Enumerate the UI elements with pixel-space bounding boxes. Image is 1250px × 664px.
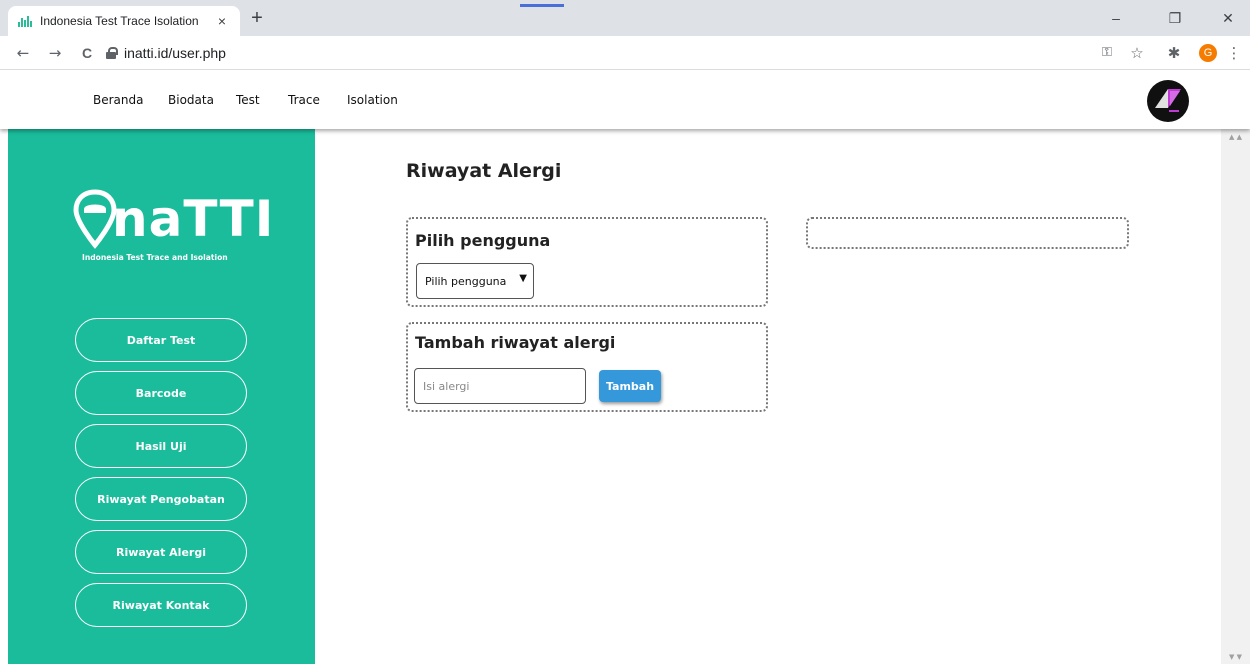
sidebar: naTTI Indonesia Test Trace and Isolation…: [8, 129, 315, 664]
sidebar-item-daftar-test[interactable]: Daftar Test: [75, 318, 247, 362]
nav-link-test[interactable]: Test: [236, 93, 260, 107]
scrollbar[interactable]: ▲ ▲ ▼ ▼: [1221, 129, 1250, 664]
reload-icon[interactable]: C: [76, 42, 98, 64]
page: Beranda Biodata Test Trace Isolation naT…: [0, 71, 1250, 664]
forward-icon[interactable]: →: [44, 42, 66, 64]
browser-toolbar: ← → C inatti.id/user.php ⚿ ☆ ✱ G ⋮: [0, 36, 1250, 70]
extensions-puzzle-icon[interactable]: ✱: [1163, 42, 1185, 64]
browser-tab[interactable]: Indonesia Test Trace Isolation ×: [8, 6, 240, 36]
browser-tabstrip: Indonesia Test Trace Isolation × + – ❐ ✕: [0, 0, 1250, 36]
tambah-button[interactable]: Tambah: [599, 370, 661, 402]
user-select[interactable]: Pilih pengguna ▼: [416, 263, 534, 299]
address-bar[interactable]: inatti.id/user.php: [106, 41, 1086, 65]
nav-link-trace[interactable]: Trace: [288, 93, 320, 107]
minimize-button[interactable]: –: [1101, 6, 1131, 30]
allergy-input[interactable]: Isi alergi: [414, 368, 586, 404]
avatar-logo-icon: [1155, 89, 1181, 112]
select-user-heading: Pilih pengguna: [415, 231, 551, 250]
allergy-list-card: [806, 217, 1129, 249]
chevron-down-icon: ▼: [519, 273, 527, 284]
nav-link-beranda[interactable]: Beranda: [93, 93, 143, 107]
add-allergy-heading: Tambah riwayat alergi: [415, 333, 616, 352]
nav-link-isolation[interactable]: Isolation: [347, 93, 398, 107]
sidebar-item-barcode[interactable]: Barcode: [75, 371, 247, 415]
menu-dots-icon[interactable]: ⋮: [1223, 42, 1245, 64]
star-icon[interactable]: ☆: [1126, 42, 1148, 64]
inatti-logo: naTTI Indonesia Test Trace and Isolation: [73, 189, 273, 267]
tab-close-icon[interactable]: ×: [214, 13, 230, 29]
lock-icon: [106, 47, 118, 59]
scroll-up-icon[interactable]: ▲ ▲: [1221, 133, 1250, 141]
sidebar-item-hasil-uji[interactable]: Hasil Uji: [75, 424, 247, 468]
key-icon[interactable]: ⚿: [1096, 42, 1118, 64]
logo-text: naTTI: [112, 190, 275, 248]
page-title: Riwayat Alergi: [406, 160, 562, 182]
back-icon[interactable]: ←: [12, 42, 34, 64]
user-select-value: Pilih pengguna: [425, 274, 507, 288]
loading-indicator: [520, 4, 564, 7]
restore-button[interactable]: ❐: [1160, 6, 1190, 30]
sidebar-item-riwayat-kontak[interactable]: Riwayat Kontak: [75, 583, 247, 627]
top-navbar: Beranda Biodata Test Trace Isolation: [0, 71, 1250, 129]
tab-title: Indonesia Test Trace Isolation: [40, 14, 199, 28]
url-text: inatti.id/user.php: [124, 45, 226, 61]
new-tab-button[interactable]: +: [246, 8, 268, 30]
sidebar-item-riwayat-pengobatan[interactable]: Riwayat Pengobatan: [75, 477, 247, 521]
add-allergy-card: Tambah riwayat alergi Isi alergi Tambah: [406, 322, 768, 412]
select-user-card: Pilih pengguna Pilih pengguna ▼: [406, 217, 768, 307]
favicon-icon: [18, 15, 32, 27]
window-close-button[interactable]: ✕: [1213, 6, 1243, 30]
logo-subtitle: Indonesia Test Trace and Isolation: [82, 253, 228, 262]
sidebar-item-riwayat-alergi[interactable]: Riwayat Alergi: [75, 530, 247, 574]
nav-link-biodata[interactable]: Biodata: [168, 93, 214, 107]
profile-avatar[interactable]: G: [1199, 44, 1217, 62]
scroll-down-icon[interactable]: ▼ ▼: [1221, 653, 1250, 661]
user-avatar[interactable]: [1147, 80, 1189, 122]
